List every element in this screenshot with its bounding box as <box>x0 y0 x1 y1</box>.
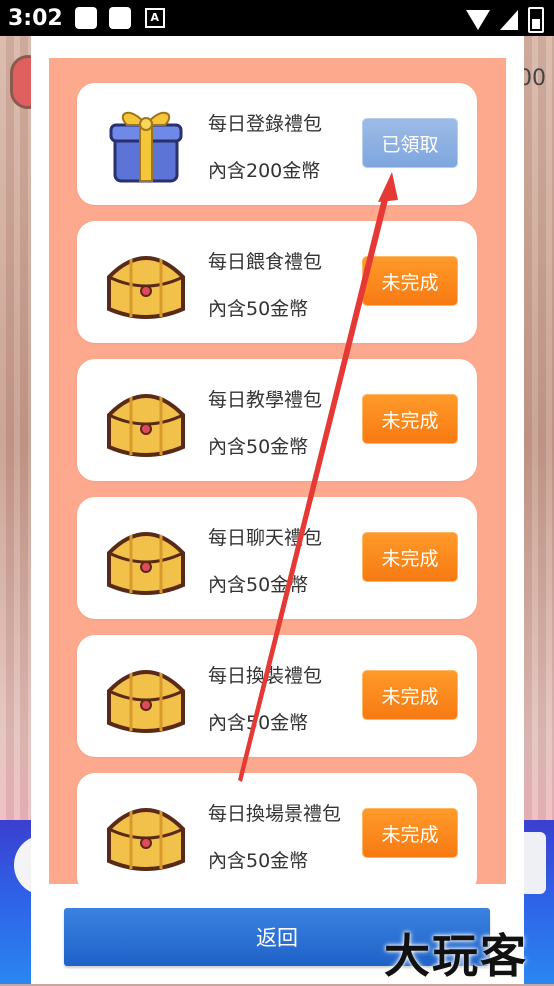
task-reward: 內含50金幣 <box>208 712 309 734</box>
incomplete-button[interactable]: 未完成 <box>362 532 458 582</box>
signal-icon <box>500 10 518 30</box>
incomplete-button[interactable]: 未完成 <box>362 256 458 306</box>
incomplete-button[interactable]: 未完成 <box>362 394 458 444</box>
task-title: 每日聊天禮包 <box>208 527 323 549</box>
task-card: 每日餵食禮包 內含50金幣 未完成 <box>77 221 477 343</box>
incomplete-button[interactable]: 未完成 <box>362 670 458 720</box>
task-reward: 內含50金幣 <box>208 298 309 320</box>
task-title: 每日換裝禮包 <box>208 665 323 687</box>
incomplete-button[interactable]: 未完成 <box>362 808 458 858</box>
task-card: 每日換場景禮包 內含50金幣 未完成 <box>77 773 477 884</box>
task-list-panel[interactable]: 每日登錄禮包 內含200金幣 已領取 每日餵食禮包 內含50金幣 未完成 每日教… <box>49 58 506 884</box>
task-card: 每日換裝禮包 內含50金幣 未完成 <box>77 635 477 757</box>
claimed-button[interactable]: 已領取 <box>362 118 458 168</box>
gift-box-icon <box>109 112 183 183</box>
task-card: 每日教學禮包 內含50金幣 未完成 <box>77 359 477 481</box>
wifi-icon <box>466 10 490 30</box>
task-card: 每日聊天禮包 內含50金幣 未完成 <box>77 497 477 619</box>
status-bar: 3:02 A <box>0 0 554 36</box>
task-title: 每日餵食禮包 <box>208 251 323 273</box>
status-time: 3:02 <box>8 5 63 31</box>
notification-icon <box>108 7 131 29</box>
task-reward: 內含50金幣 <box>208 850 309 872</box>
treasure-chest-icon <box>107 532 185 595</box>
notification-icon <box>74 7 97 29</box>
notification-letter-icon: A <box>144 8 165 28</box>
treasure-chest-icon <box>107 670 185 733</box>
treasure-chest-icon <box>107 808 185 871</box>
treasure-chest-icon <box>107 256 185 319</box>
task-reward: 內含200金幣 <box>208 160 321 182</box>
treasure-chest-icon <box>107 394 185 457</box>
task-reward: 內含50金幣 <box>208 574 309 596</box>
task-title: 每日教學禮包 <box>208 389 323 411</box>
task-reward: 內含50金幣 <box>208 436 309 458</box>
task-title: 每日登錄禮包 <box>208 113 323 135</box>
watermark: 大玩客 <box>384 929 528 983</box>
daily-gift-dialog: 每日登錄禮包 內含200金幣 已領取 每日餵食禮包 內含50金幣 未完成 每日教… <box>31 36 524 984</box>
battery-icon <box>528 7 544 33</box>
task-title: 每日換場景禮包 <box>208 803 342 825</box>
status-indicators <box>466 7 544 33</box>
task-card: 每日登錄禮包 內含200金幣 已領取 <box>77 83 477 205</box>
